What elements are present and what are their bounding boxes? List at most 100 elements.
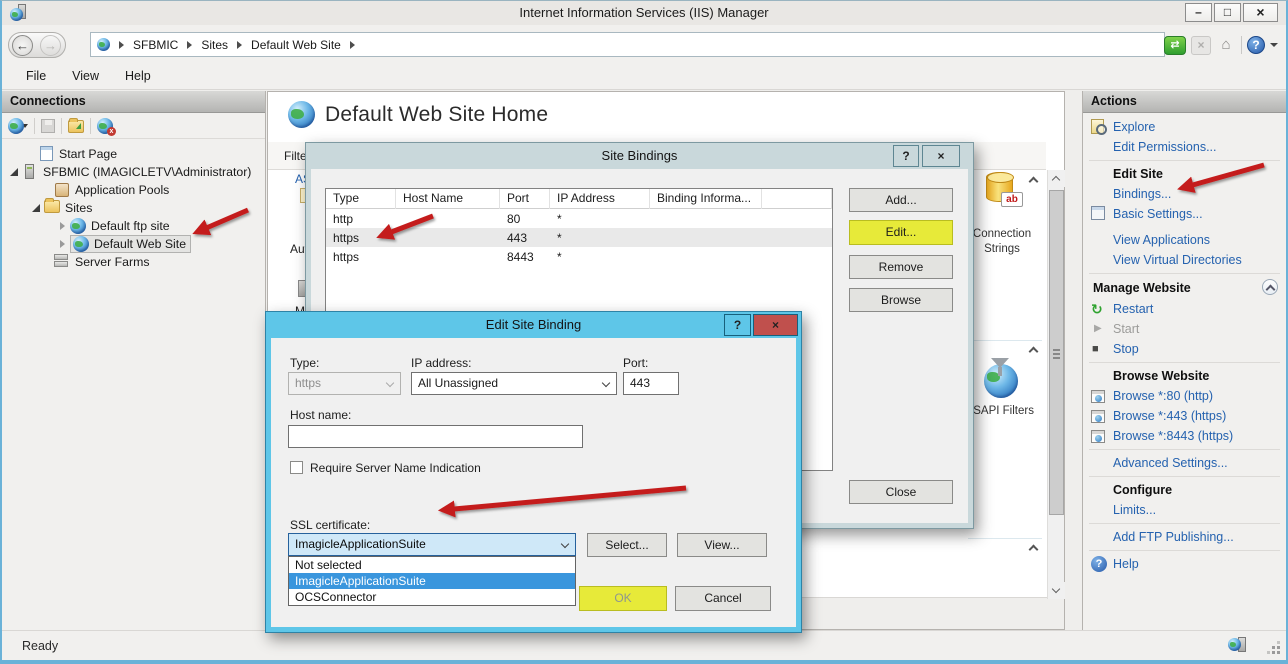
forward-button[interactable]: → bbox=[40, 35, 61, 56]
action-basic-settings[interactable]: Basic Settings... bbox=[1089, 204, 1280, 224]
section-browse-website: Browse Website bbox=[1089, 366, 1280, 386]
selected-tree-item[interactable]: Default Web Site bbox=[70, 235, 191, 253]
expander-closed-icon[interactable] bbox=[60, 222, 65, 230]
funnel-icon bbox=[991, 358, 1009, 368]
ok-button[interactable]: OK bbox=[579, 586, 667, 611]
content-scrollbar[interactable] bbox=[1047, 170, 1064, 599]
action-browse-443[interactable]: Browse *:443 (https) bbox=[1089, 406, 1280, 426]
binding-row-https-443[interactable]: https 443 * bbox=[326, 228, 832, 247]
action-bindings[interactable]: Bindings... bbox=[1089, 184, 1280, 204]
basic-settings-icon bbox=[1091, 206, 1108, 222]
column-binding-info[interactable]: Binding Informa... bbox=[650, 189, 762, 209]
close-button[interactable]: × bbox=[1243, 3, 1278, 22]
browser-icon bbox=[1091, 408, 1108, 424]
ip-address-combobox[interactable]: All Unassigned bbox=[411, 372, 617, 395]
action-view-virtual-directories[interactable]: View Virtual Directories bbox=[1089, 250, 1280, 270]
expander-open-icon[interactable] bbox=[10, 168, 18, 176]
tree-item-server-farms[interactable]: Server Farms bbox=[2, 253, 265, 271]
disconnect-icon[interactable]: x bbox=[97, 118, 113, 134]
menu-file[interactable]: File bbox=[26, 69, 46, 83]
expander-closed-icon[interactable] bbox=[60, 240, 65, 248]
close-dialog-button[interactable]: Close bbox=[849, 480, 953, 504]
tree-item-application-pools[interactable]: Application Pools bbox=[2, 181, 265, 199]
collapse-group-icon[interactable] bbox=[1029, 545, 1039, 555]
open-folder-icon[interactable] bbox=[68, 120, 84, 133]
edit-button[interactable]: Edit... bbox=[849, 220, 953, 245]
iis-app-icon bbox=[10, 4, 27, 21]
chevron-down-icon bbox=[602, 379, 610, 387]
select-button[interactable]: Select... bbox=[587, 533, 667, 557]
resize-grip[interactable] bbox=[1277, 651, 1280, 654]
save-icon[interactable] bbox=[41, 119, 55, 133]
breadcrumb-item-default-web-site[interactable]: Default Web Site bbox=[251, 38, 341, 52]
action-limits[interactable]: Limits... bbox=[1089, 500, 1280, 520]
collapse-group-icon[interactable] bbox=[1029, 347, 1039, 357]
action-edit-permissions[interactable]: Edit Permissions... bbox=[1089, 137, 1280, 157]
help-icon[interactable]: ? bbox=[1247, 36, 1265, 54]
ssl-certificate-combobox[interactable]: ImagicleApplicationSuite bbox=[288, 533, 576, 556]
expander-open-icon[interactable] bbox=[32, 204, 40, 212]
ssl-option-not-selected[interactable]: Not selected bbox=[289, 557, 575, 573]
action-stop[interactable]: ■ Stop bbox=[1089, 339, 1280, 359]
menu-view[interactable]: View bbox=[72, 69, 99, 83]
dialog-close-button[interactable]: × bbox=[922, 145, 960, 167]
action-browse-8443[interactable]: Browse *:8443 (https) bbox=[1089, 426, 1280, 446]
scrollbar-thumb[interactable] bbox=[1049, 190, 1064, 515]
action-browse-80[interactable]: Browse *:80 (http) bbox=[1089, 386, 1280, 406]
action-advanced-settings[interactable]: Advanced Settings... bbox=[1089, 453, 1280, 473]
ip-address-label: IP address: bbox=[411, 356, 471, 370]
dialog-close-button[interactable]: × bbox=[753, 314, 798, 336]
action-add-ftp-publishing[interactable]: Add FTP Publishing... bbox=[1089, 527, 1280, 547]
stop-icon[interactable]: × bbox=[1191, 36, 1211, 55]
tree-item-sites[interactable]: Sites bbox=[2, 199, 265, 217]
collapse-section-button[interactable] bbox=[1262, 279, 1278, 295]
tree-item-default-web-site[interactable]: Default Web Site bbox=[2, 235, 265, 253]
globe-icon bbox=[70, 218, 86, 234]
breadcrumb-item-server[interactable]: SFBMIC bbox=[133, 38, 178, 52]
sni-checkbox[interactable] bbox=[290, 461, 303, 474]
action-restart[interactable]: ↻ Restart bbox=[1089, 299, 1280, 319]
start-icon: ▶ bbox=[1091, 321, 1108, 337]
breadcrumb-item-sites[interactable]: Sites bbox=[201, 38, 228, 52]
ssl-option-ocsconnector[interactable]: OCSConnector bbox=[289, 589, 575, 605]
action-help[interactable]: ? Help bbox=[1089, 554, 1280, 574]
column-type[interactable]: Type bbox=[326, 189, 396, 209]
cancel-button[interactable]: Cancel bbox=[675, 586, 771, 611]
host-name-input[interactable] bbox=[288, 425, 583, 448]
tree-item-start-page[interactable]: Start Page bbox=[2, 145, 265, 163]
column-host-name[interactable]: Host Name bbox=[396, 189, 500, 209]
binding-row-https-8443[interactable]: https 8443 * bbox=[326, 247, 832, 266]
home-icon[interactable]: ⌂ bbox=[1216, 36, 1236, 55]
view-button[interactable]: View... bbox=[677, 533, 767, 557]
add-button[interactable]: Add... bbox=[849, 188, 953, 212]
breadcrumb[interactable]: SFBMIC Sites Default Web Site bbox=[90, 32, 1165, 57]
page-title: Default Web Site Home bbox=[325, 103, 548, 127]
dialog-help-button[interactable]: ? bbox=[893, 145, 919, 167]
browse-button[interactable]: Browse bbox=[849, 288, 953, 312]
connections-panel: Connections x Start Page SFBMIC (IMAGICL… bbox=[2, 91, 266, 630]
back-button[interactable]: ← bbox=[12, 35, 33, 56]
dialog-help-button[interactable]: ? bbox=[724, 314, 751, 336]
isapi-filters-label[interactable]: ISAPI Filters bbox=[962, 404, 1042, 419]
scroll-down-button[interactable] bbox=[1048, 582, 1065, 599]
section-edit-site: Edit Site bbox=[1089, 164, 1280, 184]
sni-label[interactable]: Require Server Name Indication bbox=[310, 461, 481, 475]
action-explore[interactable]: Explore bbox=[1089, 117, 1280, 137]
tree-item-default-ftp-site[interactable]: Default ftp site bbox=[2, 217, 265, 235]
scroll-up-button[interactable] bbox=[1048, 170, 1065, 187]
remove-button[interactable]: Remove bbox=[849, 255, 953, 279]
collapse-group-icon[interactable] bbox=[1029, 177, 1039, 187]
chevron-down-icon[interactable] bbox=[1270, 43, 1278, 47]
column-ip-address[interactable]: IP Address bbox=[550, 189, 650, 209]
tree-item-server[interactable]: SFBMIC (IMAGICLETV\Administrator) bbox=[2, 163, 265, 181]
column-port[interactable]: Port bbox=[500, 189, 550, 209]
port-input[interactable]: 443 bbox=[623, 372, 679, 395]
connect-button[interactable] bbox=[8, 118, 28, 134]
maximize-button[interactable]: □ bbox=[1214, 3, 1241, 22]
binding-row-http-80[interactable]: http 80 * bbox=[326, 209, 832, 228]
refresh-icon[interactable]: ⇄ bbox=[1164, 36, 1186, 55]
minimize-button[interactable]: – bbox=[1185, 3, 1212, 22]
menu-help[interactable]: Help bbox=[125, 69, 151, 83]
ssl-option-imagicle[interactable]: ImagicleApplicationSuite bbox=[289, 573, 575, 589]
action-view-applications[interactable]: View Applications bbox=[1089, 230, 1280, 250]
